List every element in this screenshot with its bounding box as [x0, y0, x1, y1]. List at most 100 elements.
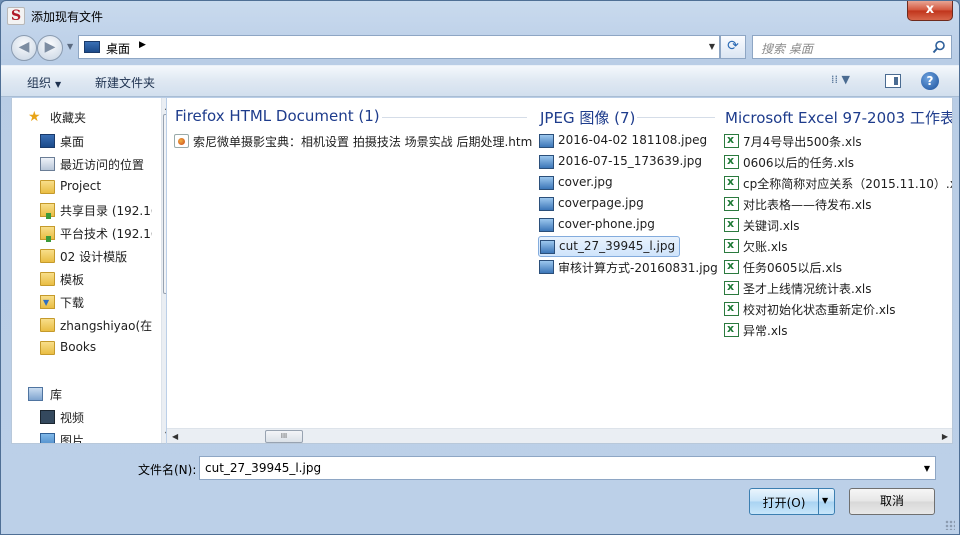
folder-icon	[40, 272, 55, 286]
search-icon[interactable]	[932, 40, 946, 54]
downloads-folder-icon	[40, 295, 55, 309]
address-dropdown-icon[interactable]: ▼	[709, 42, 715, 51]
nav-item[interactable]: 下载	[12, 291, 152, 313]
breadcrumb-separator[interactable]: ▶	[139, 40, 146, 50]
title-bar[interactable]: S 添加现有文件 x	[1, 1, 959, 31]
window-title: 添加现有文件	[31, 10, 104, 24]
nav-item[interactable]: Books	[12, 337, 152, 359]
file-name: 索尼微单摄影宝典：相机设置 拍摄技法 场景实战 后期处理.htm	[193, 135, 533, 149]
file-name: 2016-07-15_173639.jpg	[558, 154, 702, 168]
image-file-icon	[539, 197, 554, 211]
cancel-button[interactable]: 取消	[849, 488, 935, 515]
chevron-down-icon: ▼	[841, 73, 850, 86]
file-name: 0606以后的任务.xls	[743, 156, 855, 170]
excel-file-icon	[724, 259, 739, 274]
file-name: 欠账.xls	[743, 240, 788, 254]
chevron-down-icon: ▼	[55, 80, 62, 89]
nav-item[interactable]: Project	[12, 176, 152, 198]
new-folder-button[interactable]: 新建文件夹	[95, 74, 155, 91]
open-button[interactable]: 打开(O) ▼	[749, 488, 835, 515]
excel-file-icon	[724, 301, 739, 316]
nav-item[interactable]: 最近访问的位置	[12, 153, 152, 175]
nav-item-label: Books	[60, 340, 97, 354]
toolbar: 组织 ▼ 新建文件夹 ⁞⁞ ▼ ?	[1, 65, 959, 97]
folder-icon	[40, 341, 55, 355]
open-options-dropdown-icon[interactable]: ▼	[822, 496, 828, 505]
nav-item-label: 下载	[60, 296, 85, 310]
filename-value[interactable]: cut_27_39945_l.jpg	[205, 461, 321, 475]
organize-label: 组织	[27, 76, 52, 90]
nav-item[interactable]: 视频	[12, 406, 152, 428]
nav-item[interactable]: 图片	[12, 429, 152, 444]
filename-label: 文件名(N):	[138, 463, 197, 477]
nav-vertical-scrollbar[interactable]: ▲ ≡ ▼	[161, 98, 166, 443]
picture-icon	[40, 433, 55, 443]
nav-item[interactable]: 模板	[12, 268, 152, 290]
nav-item-label: 图片	[60, 434, 85, 444]
excel-file-icon	[724, 280, 739, 295]
address-bar[interactable]: 桌面 ▶ ▼	[78, 35, 720, 59]
library-icon	[28, 387, 43, 401]
help-icon[interactable]: ?	[921, 72, 939, 90]
nav-item[interactable]: 共享目录 (192.16	[12, 199, 152, 221]
forward-button[interactable]: ▶	[37, 35, 63, 61]
file-name: cp全称简称对应关系（2015.11.10）.xls	[743, 177, 953, 191]
arrow-right-icon: ▶	[44, 39, 56, 55]
image-file-icon	[539, 260, 554, 274]
excel-file-icon	[724, 196, 739, 211]
group-header[interactable]: Firefox HTML Document (1)	[175, 107, 380, 125]
nav-item-label: 平台技术 (192.16	[60, 227, 152, 241]
scroll-thumb[interactable]: ≡	[163, 114, 166, 294]
scroll-left-icon[interactable]: ◀	[172, 432, 178, 441]
nav-item-label: 视频	[60, 411, 85, 425]
image-file-icon	[539, 176, 554, 190]
open-button-label[interactable]: 打开(O)	[750, 494, 818, 511]
scroll-up-icon[interactable]: ▲	[165, 102, 166, 111]
file-dialog: S 添加现有文件 x ◀ ▶ ▼ 桌面 ▶ ▼ ⟳ 搜索 桌面 组织 ▼ 新建文件…	[0, 0, 960, 535]
preview-pane-icon[interactable]	[885, 74, 901, 88]
nav-item[interactable]: 桌面	[12, 130, 152, 152]
excel-file-icon	[724, 217, 739, 232]
nav-item[interactable]: 平台技术 (192.16	[12, 222, 152, 244]
horizontal-scrollbar[interactable]: ◀ III ▶	[167, 428, 952, 443]
nav-item[interactable]: 02 设计模版	[12, 245, 152, 267]
scroll-thumb[interactable]: III	[265, 430, 303, 443]
address-location[interactable]: 桌面	[106, 40, 130, 57]
filename-input[interactable]: cut_27_39945_l.jpg ▼	[199, 456, 936, 480]
group-header[interactable]: Microsoft Excel 97-2003 工作表	[725, 107, 952, 128]
recent-places-icon	[40, 157, 55, 171]
nav-item-label: 桌面	[60, 135, 85, 149]
file-name: 异常.xls	[743, 324, 788, 338]
nav-item-label: 最近访问的位置	[60, 158, 145, 172]
image-file-icon	[539, 155, 554, 169]
file-item[interactable]: cut_27_39945_l.jpg	[538, 236, 680, 257]
file-list-pane[interactable]: Firefox HTML Document (1) 索尼微单摄影宝典：相机设置 拍…	[167, 98, 953, 444]
scroll-down-icon[interactable]: ▼	[165, 430, 166, 439]
file-name: 圣才上线情况统计表.xls	[743, 282, 872, 296]
file-name: 校对初始化状态重新定价.xls	[743, 303, 896, 317]
file-name: 7月4号导出500条.xls	[743, 135, 862, 149]
folder-icon	[40, 180, 55, 194]
arrow-left-icon: ◀	[18, 39, 30, 55]
refresh-button[interactable]: ⟳	[720, 35, 746, 59]
nav-item[interactable]: zhangshiyao(在	[12, 314, 152, 336]
scroll-right-icon[interactable]: ▶	[942, 432, 948, 441]
change-view-button[interactable]: ⁞⁞ ▼	[831, 73, 871, 91]
close-button[interactable]: x	[907, 1, 953, 21]
organize-button[interactable]: 组织 ▼	[27, 74, 61, 91]
recent-pages-dropdown[interactable]: ▼	[67, 42, 73, 51]
app-logo-icon: S	[7, 7, 25, 25]
nav-favorites-header[interactable]: ★ 收藏夹	[12, 106, 152, 128]
file-name: 关键词.xls	[743, 219, 800, 233]
resize-grip[interactable]	[945, 520, 955, 530]
search-placeholder: 搜索 桌面	[761, 42, 813, 56]
back-button[interactable]: ◀	[11, 35, 37, 61]
navigation-pane[interactable]: ★ 收藏夹 桌面最近访问的位置 Project 共享目录 (192.16 平台技术 (…	[11, 98, 166, 444]
nav-libraries-header[interactable]: 库	[12, 383, 152, 405]
search-input[interactable]: 搜索 桌面	[752, 35, 952, 59]
group-header[interactable]: JPEG 图像 (7)	[540, 107, 635, 128]
video-icon	[40, 410, 55, 424]
nav-item-label: zhangshiyao(在	[60, 319, 152, 333]
filename-dropdown-icon[interactable]: ▼	[924, 464, 930, 473]
file-name: 2016-04-02 181108.jpeg	[558, 133, 708, 147]
